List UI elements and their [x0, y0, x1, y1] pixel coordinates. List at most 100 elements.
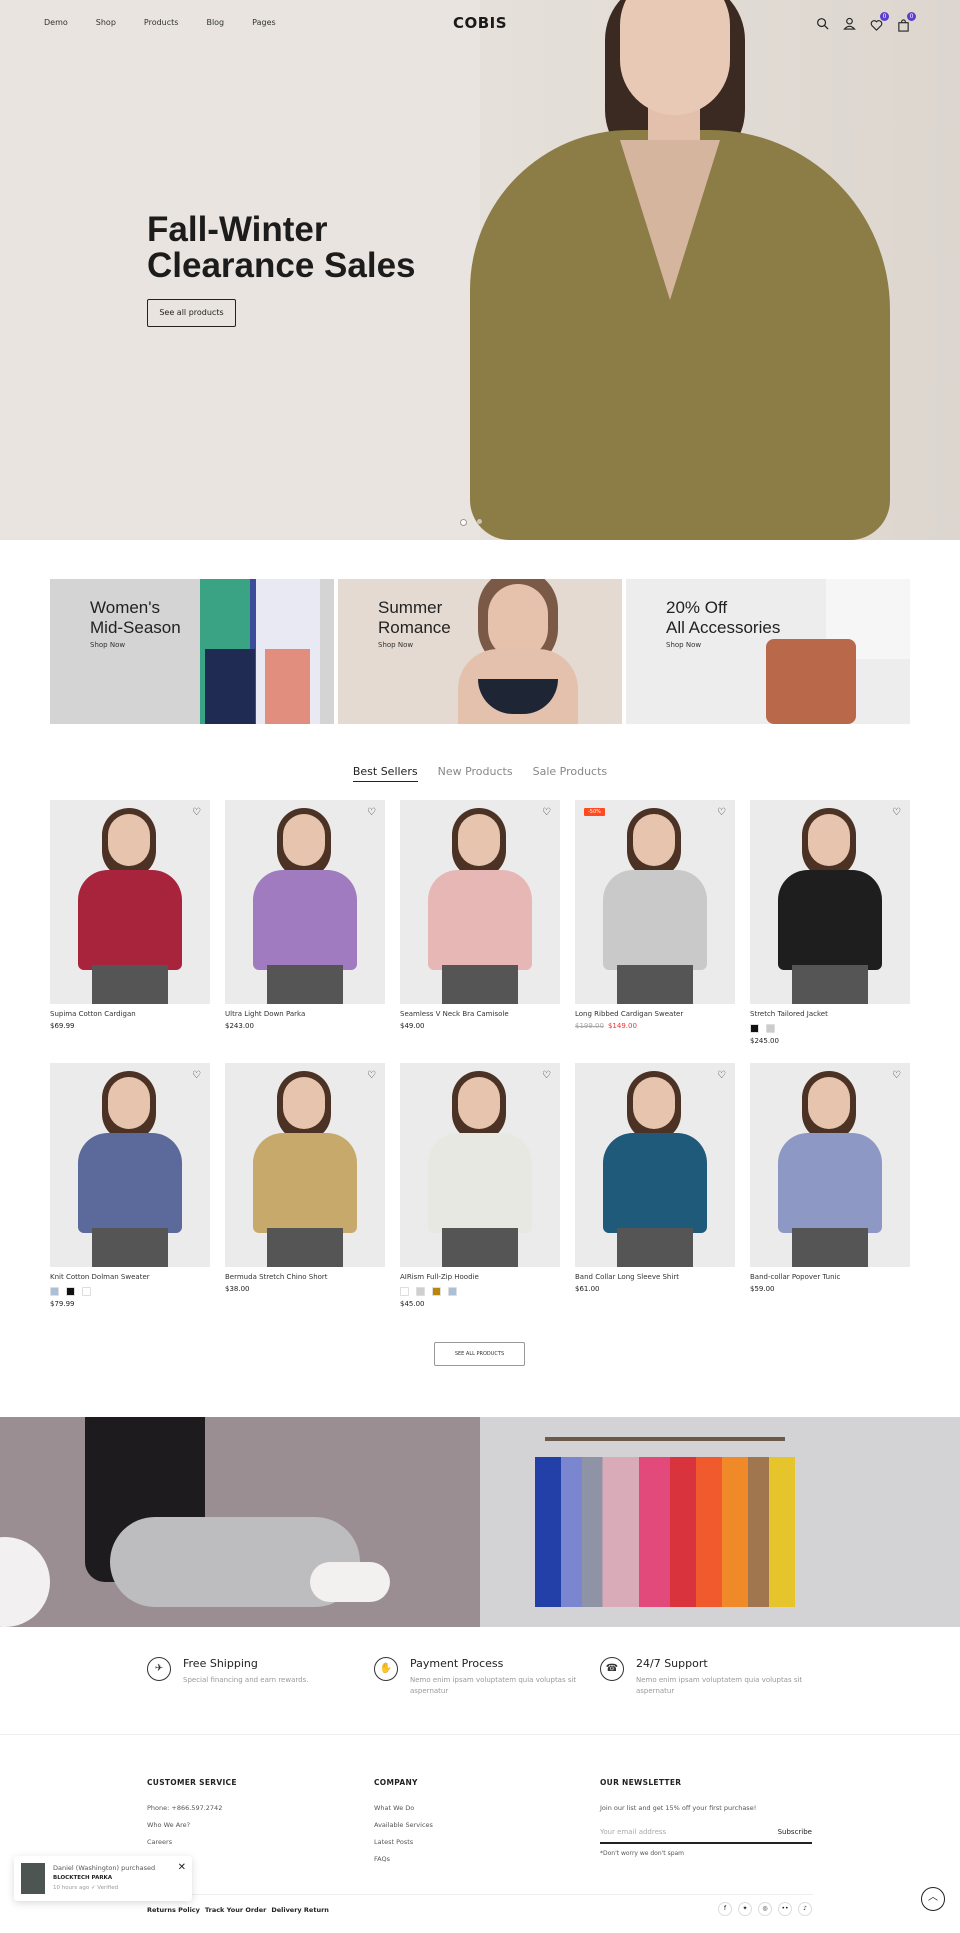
product-name[interactable]: AIRism Full-Zip Hoodie: [400, 1273, 560, 1281]
product-price: $199.00 $149.00: [575, 1022, 735, 1030]
product-name[interactable]: Ultra Light Down Parka: [225, 1010, 385, 1018]
product-image[interactable]: ♡: [225, 1063, 385, 1267]
facebook-icon[interactable]: f: [718, 1902, 732, 1916]
slider-dot-active[interactable]: [460, 519, 467, 526]
wishlist-heart-icon[interactable]: ♡: [542, 808, 551, 818]
footer-link[interactable]: Careers: [147, 1838, 237, 1846]
category-banner-accessories[interactable]: 20% Off All Accessories Shop Now: [626, 579, 910, 724]
close-icon[interactable]: ✕: [178, 1862, 186, 1873]
product-image[interactable]: ♡ -50%: [575, 800, 735, 1004]
color-swatch[interactable]: [448, 1287, 457, 1296]
see-all-products-button[interactable]: See all products: [147, 299, 236, 327]
track-order-link[interactable]: Track Your Order: [205, 1906, 266, 1914]
model-legs: [617, 965, 693, 1004]
product-image[interactable]: ♡: [750, 800, 910, 1004]
product-image[interactable]: ♡: [750, 1063, 910, 1267]
wishlist-button[interactable]: 0: [870, 12, 889, 31]
product-image[interactable]: ♡: [575, 1063, 735, 1267]
product-image[interactable]: ♡: [225, 800, 385, 1004]
product-name[interactable]: Band Collar Long Sleeve Shirt: [575, 1273, 735, 1281]
tab-sale-products[interactable]: Sale Products: [533, 765, 608, 782]
color-swatch[interactable]: [416, 1287, 425, 1296]
footer-phone[interactable]: Phone: +866.597.2742: [147, 1804, 237, 1812]
cart-button[interactable]: 0: [897, 12, 916, 32]
product-image[interactable]: ♡: [50, 800, 210, 1004]
footer-link[interactable]: FAQs: [374, 1855, 433, 1863]
product-card[interactable]: ♡ Band-collar Popover Tunic $59.00: [750, 1063, 910, 1293]
product-card[interactable]: ♡ Supima Cotton Cardigan $69.99: [50, 800, 210, 1030]
product-name[interactable]: Band-collar Popover Tunic: [750, 1273, 910, 1281]
product-garment: [253, 870, 357, 970]
notification-product[interactable]: BLOCKTECH PARKA: [53, 1875, 112, 1881]
wishlist-heart-icon[interactable]: ♡: [367, 808, 376, 818]
color-swatch[interactable]: [750, 1024, 759, 1033]
twitter-icon[interactable]: ✦: [738, 1902, 752, 1916]
model-legs: [442, 1228, 518, 1267]
product-card[interactable]: ♡ AIRism Full-Zip Hoodie $45.00: [400, 1063, 560, 1308]
wishlist-heart-icon[interactable]: ♡: [192, 1071, 201, 1081]
instagram-icon[interactable]: ◎: [758, 1902, 772, 1916]
color-swatch[interactable]: [432, 1287, 441, 1296]
notification-product-image[interactable]: [21, 1863, 45, 1894]
see-all-products-button[interactable]: SEE ALL PRODUCTS: [434, 1342, 525, 1366]
feature-free-shipping: ✈ Free Shipping Special financing and ear…: [147, 1657, 363, 1686]
tab-best-sellers[interactable]: Best Sellers: [352, 765, 418, 782]
tab-new-products[interactable]: New Products: [438, 765, 513, 782]
product-name[interactable]: Knit Cotton Dolman Sweater: [50, 1273, 210, 1281]
product-name[interactable]: Supima Cotton Cardigan: [50, 1010, 210, 1018]
footer-link[interactable]: Latest Posts: [374, 1838, 433, 1846]
shop-now-link[interactable]: Shop Now: [666, 641, 701, 649]
footer-link[interactable]: Who We Are?: [147, 1821, 237, 1829]
wishlist-heart-icon[interactable]: ♡: [717, 808, 726, 818]
color-swatch[interactable]: [400, 1287, 409, 1296]
color-swatch[interactable]: [82, 1287, 91, 1296]
promo-banner-rack[interactable]: [480, 1417, 960, 1627]
model-legs: [792, 1228, 868, 1267]
product-garment: [78, 1133, 182, 1233]
promo-banner-men[interactable]: [0, 1417, 480, 1627]
newsletter-text: Join our list and get 15% off your first…: [600, 1804, 757, 1812]
tiktok-icon[interactable]: ♪: [798, 1902, 812, 1916]
delivery-return-link[interactable]: Delivery Return: [271, 1906, 329, 1914]
shop-now-link[interactable]: Shop Now: [90, 641, 125, 649]
product-name[interactable]: Long Ribbed Cardigan Sweater: [575, 1010, 735, 1018]
wishlist-heart-icon[interactable]: ♡: [192, 808, 201, 818]
subscribe-button[interactable]: Subscribe: [778, 1828, 812, 1836]
cart-count-badge: 0: [907, 12, 916, 21]
product-card[interactable]: ♡ -50% Long Ribbed Cardigan Sweater $199…: [575, 800, 735, 1030]
wishlist-heart-icon[interactable]: ♡: [542, 1071, 551, 1081]
wishlist-heart-icon[interactable]: ♡: [717, 1071, 726, 1081]
slider-dot[interactable]: [477, 519, 482, 524]
color-swatch[interactable]: [50, 1287, 59, 1296]
footer-link[interactable]: What We Do: [374, 1804, 433, 1812]
product-card[interactable]: ♡ Stretch Tailored Jacket $245.00: [750, 800, 910, 1045]
product-card[interactable]: ♡ Band Collar Long Sleeve Shirt $61.00: [575, 1063, 735, 1293]
search-icon[interactable]: [816, 17, 829, 30]
wishlist-heart-icon[interactable]: ♡: [367, 1071, 376, 1081]
product-card[interactable]: ♡ Seamless V Neck Bra Camisole $49.00: [400, 800, 560, 1030]
category-banner-summer[interactable]: Summer Romance Shop Now: [338, 579, 622, 724]
footer-link[interactable]: Available Services: [374, 1821, 433, 1829]
category-banner-womens[interactable]: Women's Mid-Season Shop Now: [50, 579, 334, 724]
wishlist-heart-icon[interactable]: ♡: [892, 1071, 901, 1081]
product-card[interactable]: ♡ Knit Cotton Dolman Sweater $79.99: [50, 1063, 210, 1308]
feature-support: ☎ 24/7 Support Nemo enim ipsam voluptatem…: [600, 1657, 816, 1697]
product-name[interactable]: Bermuda Stretch Chino Short: [225, 1273, 385, 1281]
flickr-icon[interactable]: ••: [778, 1902, 792, 1916]
account-icon[interactable]: [843, 17, 856, 30]
product-image[interactable]: ♡: [400, 800, 560, 1004]
product-name[interactable]: Seamless V Neck Bra Camisole: [400, 1010, 560, 1018]
product-card[interactable]: ♡ Ultra Light Down Parka $243.00: [225, 800, 385, 1030]
wishlist-heart-icon[interactable]: ♡: [892, 808, 901, 818]
product-card[interactable]: ♡ Bermuda Stretch Chino Short $38.00: [225, 1063, 385, 1293]
newsletter-email-input[interactable]: Your email address: [600, 1828, 666, 1836]
product-image[interactable]: ♡: [400, 1063, 560, 1267]
returns-policy-link[interactable]: Returns Policy: [147, 1906, 200, 1914]
color-swatch[interactable]: [766, 1024, 775, 1033]
product-name[interactable]: Stretch Tailored Jacket: [750, 1010, 910, 1018]
color-swatch[interactable]: [66, 1287, 75, 1296]
product-image[interactable]: ♡: [50, 1063, 210, 1267]
notification-text: Daniel (Washington) purchased: [53, 1864, 156, 1872]
back-to-top-button[interactable]: ︿: [921, 1887, 945, 1911]
shop-now-link[interactable]: Shop Now: [378, 641, 413, 649]
